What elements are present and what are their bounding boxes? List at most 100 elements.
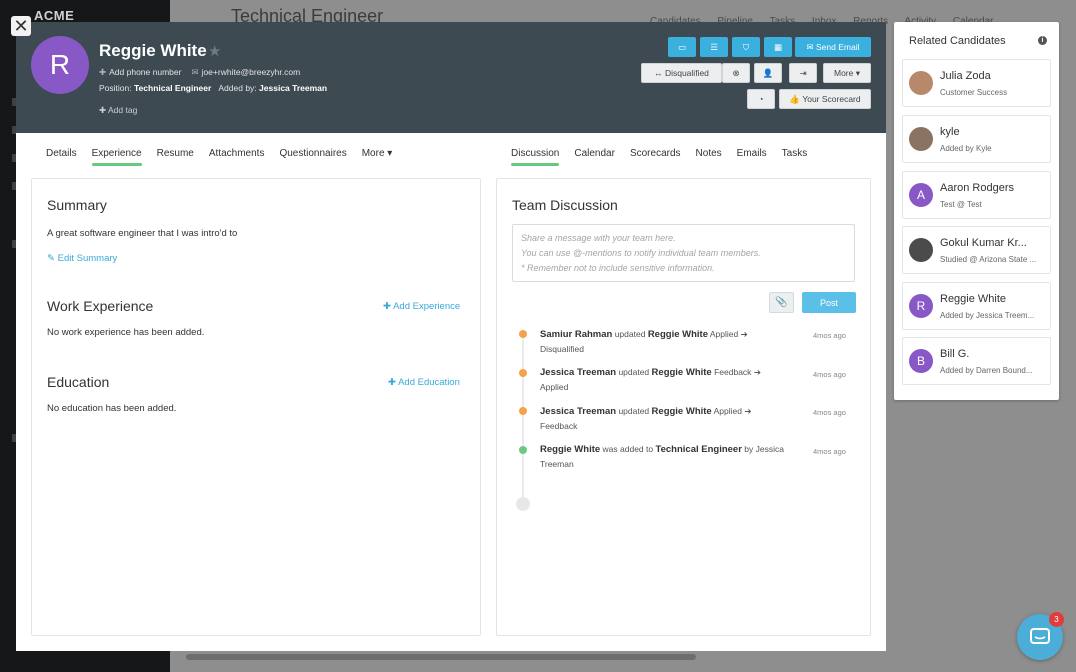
related-candidate-card[interactable]: R Reggie White Added by Jessica Treem... <box>902 282 1051 330</box>
tab-discussion[interactable]: Discussion <box>511 148 560 166</box>
calendar-button[interactable]: ▦ <box>764 37 792 57</box>
avatar <box>909 238 933 262</box>
rss-button[interactable]: ◔ <box>747 89 775 109</box>
tab-calendar[interactable]: Calendar <box>574 148 615 159</box>
education-empty: No education has been added. <box>47 403 177 414</box>
edit-icon: ✎ <box>47 253 58 264</box>
related-candidate-name: kyle <box>940 126 960 138</box>
related-candidate-name: Reggie White <box>940 293 1007 305</box>
candidate-email[interactable]: ✉ joe+rwhite@breezyhr.com <box>191 67 300 78</box>
info-icon[interactable]: i <box>1038 36 1047 45</box>
app-logo: ACME <box>34 8 75 23</box>
tab-notes[interactable]: Notes <box>696 148 722 159</box>
avatar: A <box>909 183 933 207</box>
tab-scorecards[interactable]: Scorecards <box>630 148 681 159</box>
list-button[interactable]: ☰ <box>700 37 728 57</box>
send-email-button[interactable]: ✉ Send Email <box>795 37 871 57</box>
candidate-contact: ✚ Add phone number ✉ joe+rwhite@breezyhr.c… <box>99 67 300 78</box>
post-button[interactable]: Post <box>802 292 856 313</box>
related-candidate-sub: Customer Success <box>940 88 1008 97</box>
timeline-time: 4mos ago <box>813 370 846 379</box>
edit-summary-link[interactable]: ✎ Edit Summary <box>47 253 117 264</box>
envelope-icon: ✉ <box>806 41 816 52</box>
avatar <box>909 127 933 151</box>
related-candidate-card[interactable]: A Aaron Rodgers Test @ Test <box>902 171 1051 219</box>
education-title: Education <box>47 374 110 390</box>
tab-more[interactable]: More ▾ <box>362 148 393 159</box>
team-discussion-title: Team Discussion <box>512 197 618 213</box>
summary-title: Summary <box>47 197 107 213</box>
more-actions-dropdown[interactable]: More ▾ <box>823 63 871 83</box>
disqualify-button[interactable]: ⊗ <box>722 63 750 83</box>
profile-panel: Summary A great software engineer that I… <box>31 178 481 636</box>
timeline-line <box>522 332 524 504</box>
tab-details[interactable]: Details <box>46 148 77 159</box>
related-candidate-name: Gokul Kumar Kr... <box>940 237 1027 249</box>
close-icon: ✕ <box>13 16 29 36</box>
candidate-position: Position: Technical Engineer Added by: J… <box>99 83 328 93</box>
calendar-icon: ▦ <box>773 41 783 52</box>
related-candidate-card[interactable]: B Bill G. Added by Darren Bound... <box>902 337 1051 385</box>
paperclip-icon: 📎 <box>775 297 788 308</box>
status-dropdown[interactable]: ↔ Disqualified <box>641 63 722 83</box>
x-circle-icon: ⊗ <box>732 67 740 78</box>
add-experience-link[interactable]: ✚ Add Experience <box>383 301 460 312</box>
related-candidate-sub: Added by Jessica Treem... <box>940 311 1035 320</box>
assign-user-button[interactable]: 👤 <box>754 63 782 83</box>
candidate-name: Reggie White <box>99 41 207 60</box>
background-scrollbar <box>186 654 696 660</box>
caret-down-icon: ▾ <box>853 67 860 78</box>
profile-tabs: Details Experience Resume Attachments Qu… <box>46 148 407 166</box>
timeline-time: 4mos ago <box>813 408 846 417</box>
avatar: B <box>909 349 933 373</box>
timeline-time: 4mos ago <box>813 331 846 340</box>
discussion-input[interactable]: Share a message with your team here. You… <box>512 224 855 282</box>
close-modal-button[interactable]: ✕ <box>11 16 31 36</box>
arrow-right-icon: ➔ <box>744 406 752 416</box>
shield-button[interactable]: ⛉ <box>732 37 760 57</box>
timeline-dot <box>519 407 527 415</box>
shield-icon: ⛉ <box>742 41 750 52</box>
related-candidate-card[interactable]: kyle Added by Kyle <box>902 115 1051 163</box>
candidate-modal: R Reggie White ★ ✚ Add phone number ✉ joe+… <box>16 22 886 651</box>
tab-emails[interactable]: Emails <box>737 148 767 159</box>
avatar <box>909 71 933 95</box>
timeline-dot <box>519 446 527 454</box>
tab-questionnaires[interactable]: Questionnaires <box>279 148 346 159</box>
arrows-icon: ↔ <box>654 68 665 78</box>
tab-attachments[interactable]: Attachments <box>209 148 265 159</box>
candidate-avatar: R <box>31 36 89 94</box>
timeline-dot <box>519 369 527 377</box>
related-candidate-sub: Added by Kyle <box>940 144 992 153</box>
attach-button[interactable]: 📎 <box>769 292 794 313</box>
timeline-entry: Reggie White was added to Technical Engi… <box>540 444 784 469</box>
thumbs-up-icon: 👍 <box>789 93 803 104</box>
timeline-entry: Jessica Treeman updated Reggie White Fee… <box>540 367 761 392</box>
candidate-header: R Reggie White ★ ✚ Add phone number ✉ joe+… <box>16 22 886 133</box>
related-candidate-sub: Added by Darren Bound... <box>940 366 1033 375</box>
related-candidate-card[interactable]: Gokul Kumar Kr... Studied @ Arizona Stat… <box>902 226 1051 274</box>
your-scorecard-button[interactable]: 👍 Your Scorecard <box>779 89 871 109</box>
timeline-entry: Jessica Treeman updated Reggie White App… <box>540 406 752 431</box>
related-candidates-title: Related Candidates <box>909 35 1006 47</box>
related-candidate-name: Julia Zoda <box>940 70 991 82</box>
related-candidate-card[interactable]: Julia Zoda Customer Success <box>902 59 1051 107</box>
move-button[interactable]: ⇥ <box>789 63 817 83</box>
resume-button[interactable]: ▭ <box>668 37 696 57</box>
related-candidate-sub: Studied @ Arizona State ... <box>940 255 1037 264</box>
plus-icon: ✚ <box>383 301 394 312</box>
add-tag-link[interactable]: ✚ Add tag <box>99 105 137 116</box>
arrow-right-icon: ➔ <box>753 367 761 377</box>
arrow-right-icon: ➔ <box>740 329 748 339</box>
user-plus-icon: 👤 <box>762 67 774 78</box>
tab-resume[interactable]: Resume <box>157 148 194 159</box>
add-education-link[interactable]: ✚ Add Education <box>388 377 460 388</box>
related-candidate-name: Aaron Rodgers <box>940 182 1014 194</box>
avatar: R <box>909 294 933 318</box>
tab-experience[interactable]: Experience <box>91 148 142 166</box>
related-candidate-sub: Test @ Test <box>940 200 982 209</box>
star-icon[interactable]: ★ <box>208 42 221 60</box>
envelope-icon: ✉ <box>191 67 199 77</box>
add-phone-link[interactable]: ✚ Add phone number <box>99 67 181 78</box>
tab-tasks[interactable]: Tasks <box>782 148 808 159</box>
